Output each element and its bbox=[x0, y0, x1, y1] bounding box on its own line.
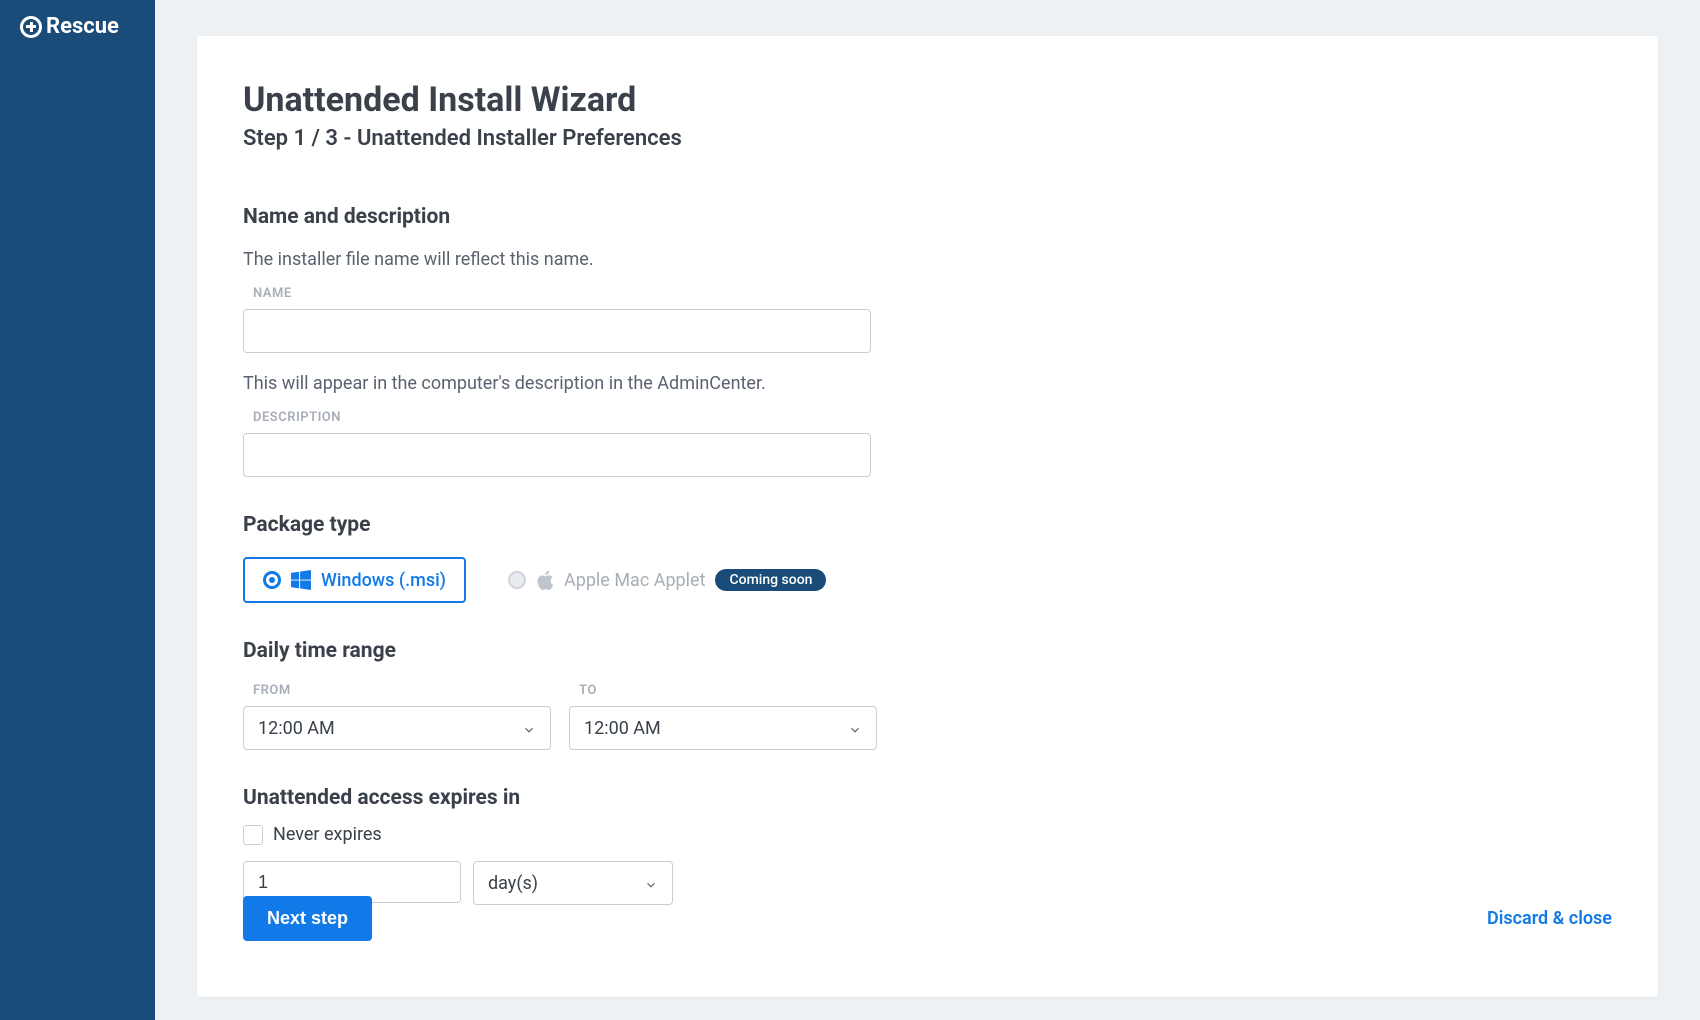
wizard-footer: Next step Discard & close bbox=[243, 896, 1612, 941]
from-time-value: 12:00 AM bbox=[258, 718, 335, 739]
radio-disabled-icon bbox=[508, 571, 526, 589]
helper-name: The installer file name will reflect thi… bbox=[243, 249, 1612, 270]
section-package-type: Package type Windows (.msi) bbox=[243, 513, 1612, 603]
helper-description: This will appear in the computer's descr… bbox=[243, 373, 1612, 394]
label-from: FROM bbox=[253, 683, 551, 698]
wizard-card: Unattended Install Wizard Step 1 / 3 - U… bbox=[197, 36, 1658, 997]
package-option-mac: Apple Mac Applet Coming soon bbox=[490, 557, 844, 603]
from-time-select[interactable]: 12:00 AM bbox=[243, 706, 551, 750]
radio-selected-icon bbox=[263, 571, 281, 589]
label-name: NAME bbox=[253, 286, 1612, 301]
section-heading-package: Package type bbox=[243, 513, 1612, 537]
description-input[interactable] bbox=[243, 433, 871, 477]
package-mac-label: Apple Mac Applet bbox=[564, 570, 706, 591]
step-indicator: Step 1 / 3 - Unattended Installer Prefer… bbox=[243, 126, 1612, 151]
section-heading-expires: Unattended access expires in bbox=[243, 786, 1612, 810]
rescue-icon bbox=[20, 16, 42, 38]
chevron-down-icon bbox=[848, 721, 862, 735]
label-description: DESCRIPTION bbox=[253, 410, 1612, 425]
main-content: Unattended Install Wizard Step 1 / 3 - U… bbox=[155, 0, 1700, 1020]
label-to: TO bbox=[579, 683, 877, 698]
brand-logo: Rescue bbox=[0, 14, 155, 39]
to-time-value: 12:00 AM bbox=[584, 718, 661, 739]
brand-name: Rescue bbox=[46, 14, 119, 39]
apple-icon bbox=[536, 570, 554, 590]
package-windows-label: Windows (.msi) bbox=[321, 570, 446, 591]
coming-soon-badge: Coming soon bbox=[715, 569, 826, 591]
to-time-select[interactable]: 12:00 AM bbox=[569, 706, 877, 750]
expires-unit-value: day(s) bbox=[488, 873, 538, 894]
page-title: Unattended Install Wizard bbox=[243, 80, 1612, 120]
next-step-button[interactable]: Next step bbox=[243, 896, 372, 941]
sidebar: Rescue bbox=[0, 0, 155, 1020]
section-heading-name-desc: Name and description bbox=[243, 205, 1612, 229]
section-name-description: Name and description The installer file … bbox=[243, 205, 1612, 477]
discard-close-link[interactable]: Discard & close bbox=[1487, 908, 1612, 929]
chevron-down-icon bbox=[522, 721, 536, 735]
section-heading-time-range: Daily time range bbox=[243, 639, 1612, 663]
section-expires: Unattended access expires in Never expir… bbox=[243, 786, 1612, 905]
name-input[interactable] bbox=[243, 309, 871, 353]
section-time-range: Daily time range FROM 12:00 AM TO bbox=[243, 639, 1612, 750]
chevron-down-icon bbox=[644, 876, 658, 890]
never-expires-label: Never expires bbox=[273, 824, 382, 845]
never-expires-checkbox[interactable] bbox=[243, 825, 263, 845]
package-option-windows[interactable]: Windows (.msi) bbox=[243, 557, 466, 603]
windows-icon bbox=[291, 570, 311, 590]
